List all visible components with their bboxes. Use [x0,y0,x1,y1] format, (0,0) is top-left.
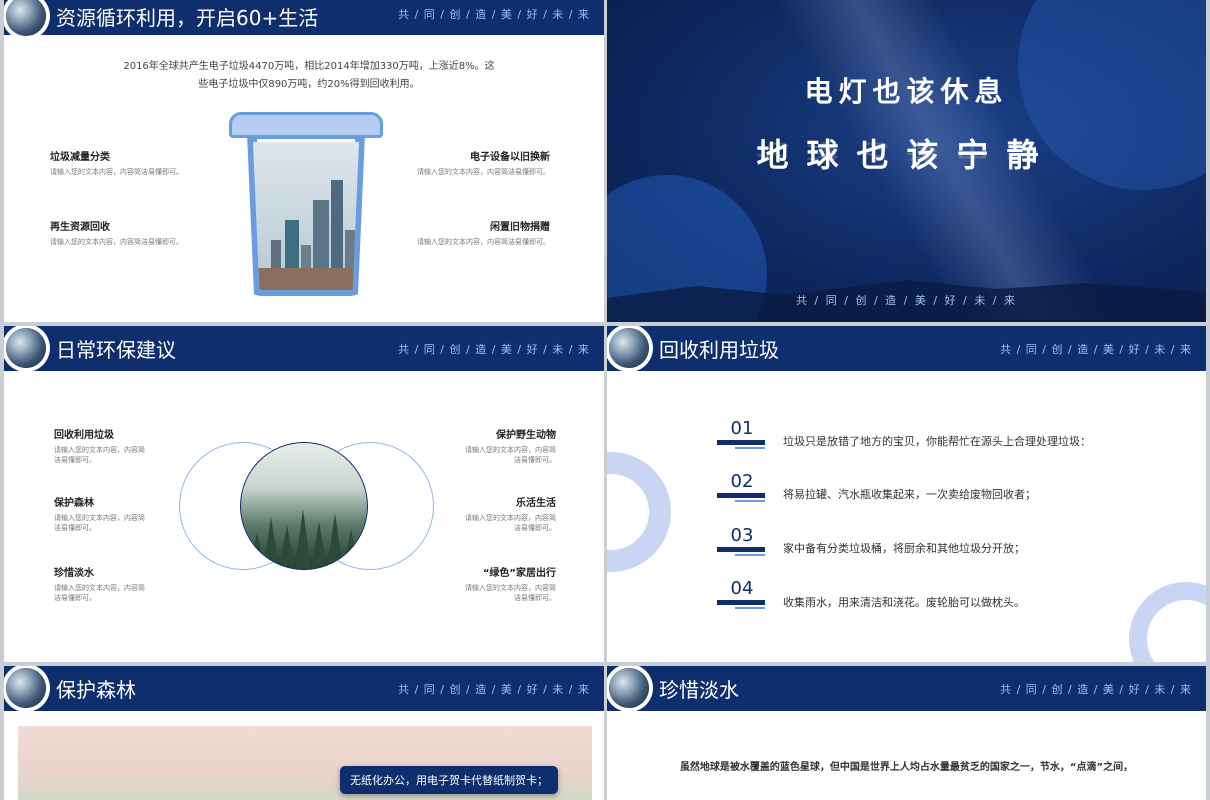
step-underline-accent [735,554,765,556]
tip-callout: 无纸化办公，用电子贺卡代替纸制贺卡； [340,766,558,794]
cup-rim-highlight [257,139,355,142]
forest-image [240,442,368,570]
tip-title: 保护野生动物 [496,430,556,441]
headline-reflection: 地球也该宁静 [756,139,1057,163]
tip-title: “绿色”家居出行 [482,568,556,579]
tree [263,517,279,569]
globe-icon [6,328,46,368]
globe-icon [6,0,46,36]
slide-resource-recycling[interactable]: 资源循环利用，开启60+生活 共 / 同 / 创 / 造 / 美 / 好 / 未… [4,0,604,322]
feature-title: 再生资源回收 [50,222,110,233]
step-underline [717,600,765,605]
feature-item: 电子设备以旧换新 请输入您的文本内容，内容简洁易懂即可。 [390,148,550,177]
step-underline [717,440,765,445]
headline-line1: 电灯也该休息 [804,75,1009,108]
slide-title: 回收利用垃圾 [659,338,779,362]
step-text: 将易拉罐、汽水瓶收集起来，一次卖给废物回收者； [783,488,1036,501]
city-skyline-image [253,142,359,290]
step-underline [717,493,765,498]
slide-header: 日常环保建议 共 / 同 / 创 / 造 / 美 / 好 / 未 / 来 [4,326,604,371]
step-number-text: 04 [730,578,754,599]
tip-item: 保护野生动物 请输入您的文本内容，内容简 洁易懂即可。 [396,426,556,465]
slide-daily-eco-tips[interactable]: 日常环保建议 共 / 同 / 创 / 造 / 美 / 好 / 未 / 来 回收利… [4,326,604,662]
tip-desc: 请输入您的文本内容，内容简 洁易懂即可。 [54,584,145,602]
slide-header: 保护森林 共 / 同 / 创 / 造 / 美 / 好 / 未 / 来 [4,666,604,711]
step-number-text: 03 [730,525,754,546]
tip-title: 回收利用垃圾 [54,430,114,441]
tip-item: 珍惜淡水 请输入您的文本内容，内容简 洁易懂即可。 [54,564,214,603]
step-underline-accent [735,607,765,609]
tip-item: 保护森林 请输入您的文本内容，内容简 洁易懂即可。 [54,494,214,533]
feature-item: 再生资源回收 请输入您的文本内容，内容简洁易懂即可。 [50,218,210,247]
tip-desc: 请输入您的文本内容，内容简 洁易懂即可。 [54,514,145,532]
slide-save-water[interactable]: 珍惜淡水 共 / 同 / 创 / 造 / 美 / 好 / 未 / 来 虽然地球是… [607,666,1206,800]
header-slogan: 共 / 同 / 创 / 造 / 美 / 好 / 未 / 来 [398,8,590,21]
feature-desc: 请输入您的文本内容，内容简洁易懂即可。 [417,238,550,246]
header-slogan: 共 / 同 / 创 / 造 / 美 / 好 / 未 / 来 [398,343,590,356]
footer-slogan: 共 / 同 / 创 / 造 / 美 / 好 / 未 / 来 [796,294,1017,307]
tree [343,529,359,569]
cup-illustration [229,112,383,297]
step-number: 02 [717,471,767,502]
tip-desc: 请输入您的文本内容，内容简 洁易懂即可。 [465,514,556,532]
cup-rim [229,112,383,138]
slide-title: 珍惜淡水 [659,678,739,702]
tip-desc: 请输入您的文本内容，内容简 洁易懂即可。 [54,446,145,464]
step-text: 收集雨水，用来清洁和浇花。废轮胎可以做枕头。 [783,596,1025,609]
step-underline [717,547,765,552]
step-underline-accent [735,447,765,449]
feature-desc: 请输入您的文本内容，内容简洁易懂即可。 [50,238,183,246]
tree [295,509,311,569]
slide-title: 日常环保建议 [56,338,176,362]
feature-desc: 请输入您的文本内容，内容简洁易懂即可。 [417,168,550,176]
step-number-text: 01 [730,418,754,439]
feature-desc: 请输入您的文本内容，内容简洁易懂即可。 [50,168,183,176]
tip-title: 珍惜淡水 [54,568,94,579]
slide-header: 资源循环利用，开启60+生活 共 / 同 / 创 / 造 / 美 / 好 / 未… [4,0,604,36]
decor-ring [1129,582,1206,662]
step-number-text: 02 [730,471,754,492]
header-slogan: 共 / 同 / 创 / 造 / 美 / 好 / 未 / 来 [1000,343,1192,356]
tree [327,513,343,569]
slide-header: 回收利用垃圾 共 / 同 / 创 / 造 / 美 / 好 / 未 / 来 [607,326,1206,371]
tree [311,521,327,569]
header-slogan: 共 / 同 / 创 / 造 / 美 / 好 / 未 / 来 [398,683,590,696]
globe-icon [609,328,649,368]
paragraph: 虽然地球是被水覆盖的蓝色星球，但中国是世界上人均占水量最贫乏的国家之一，节水，“… [679,762,1134,773]
globe-icon [609,668,649,708]
slide-recycle-waste[interactable]: 回收利用垃圾 共 / 同 / 创 / 造 / 美 / 好 / 未 / 来 01 … [607,326,1206,662]
step-text: 垃圾只是放错了地方的宝贝，你能帮忙在源头上合理处理垃圾： [783,435,1091,448]
slide-earth-hour[interactable]: 电灯也该休息 地球也该宁静 地球也该宁静 共 / 同 / 创 / 造 / 美 /… [607,0,1206,322]
slide-header: 珍惜淡水 共 / 同 / 创 / 造 / 美 / 好 / 未 / 来 [607,666,1206,711]
step-number: 04 [717,578,767,609]
intro-line: 些电子垃圾中仅890万吨，约20%得到回收利用。 [198,79,420,90]
building [253,268,359,290]
intro-line: 2016年全球共产生电子垃圾4470万吨，相比2014年增加330万吨，上涨近8… [123,61,495,72]
tree [279,525,295,569]
tip-desc: 请输入您的文本内容，内容简 洁易懂即可。 [465,446,556,464]
tip-desc: 请输入您的文本内容，内容简 洁易懂即可。 [465,584,556,602]
feature-title: 垃圾减量分类 [50,152,110,163]
feature-title: 闲置旧物捐赠 [490,222,550,233]
globe-icon [6,668,46,708]
slide-title: 保护森林 [56,678,136,702]
intro-text: 2016年全球共产生电子垃圾4470万吨，相比2014年增加330万吨，上涨近8… [104,58,514,94]
tip-item: “绿色”家居出行 请输入您的文本内容，内容简 洁易懂即可。 [396,564,556,603]
step-text: 家中备有分类垃圾桶，将厨余和其他垃圾分开放； [783,542,1025,555]
slide-title: 资源循环利用，开启60+生活 [56,6,319,30]
tip-title: 乐活生活 [516,498,556,509]
slide-protect-forest[interactable]: 保护森林 共 / 同 / 创 / 造 / 美 / 好 / 未 / 来 无纸化办公… [4,666,604,800]
decor-ring [607,452,671,572]
feature-title: 电子设备以旧换新 [470,152,550,163]
feature-item: 闲置旧物捐赠 请输入您的文本内容，内容简洁易懂即可。 [390,218,550,247]
step-number: 03 [717,525,767,556]
tip-item: 回收利用垃圾 请输入您的文本内容，内容简 洁易懂即可。 [54,426,214,465]
step-underline-accent [735,500,765,502]
header-slogan: 共 / 同 / 创 / 造 / 美 / 好 / 未 / 来 [1000,683,1192,696]
step-number: 01 [717,418,767,449]
feature-item: 垃圾减量分类 请输入您的文本内容，内容简洁易懂即可。 [50,148,210,177]
tip-title: 保护森林 [54,498,94,509]
tip-item: 乐活生活 请输入您的文本内容，内容简 洁易懂即可。 [396,494,556,533]
